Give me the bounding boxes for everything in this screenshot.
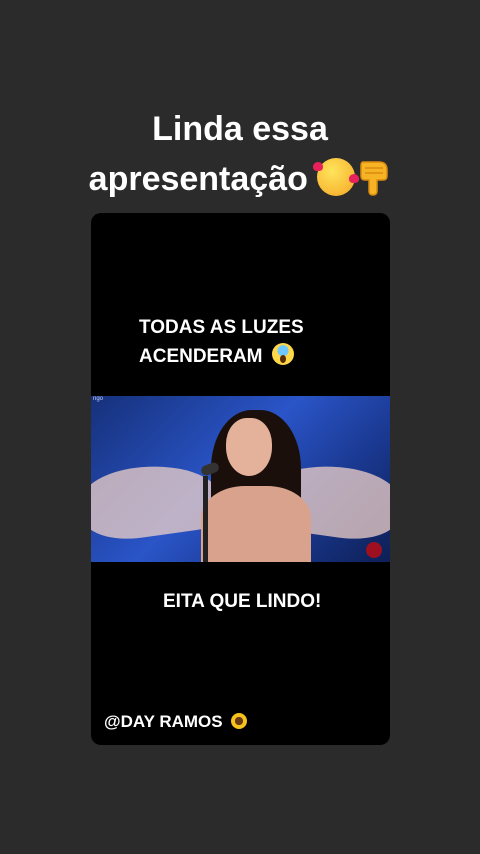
singer-face (226, 418, 272, 476)
video-top-text-line2: ACENDERAM (139, 346, 263, 367)
rose-icon (366, 542, 382, 558)
smiling-face-with-hearts-icon (313, 158, 360, 196)
sunflower-icon (231, 713, 248, 729)
video-top-text: TODAS AS LUZES ACENDERAM (139, 313, 304, 371)
video-top-text-line1: TODAS AS LUZES (139, 317, 304, 338)
video-handle: @DAY RAMOS (104, 707, 248, 736)
caption-line-2-text: apresentação (88, 160, 308, 198)
video-middle-text: EITA QUE LINDO! (163, 591, 322, 612)
caption-line-1: Linda essa (152, 110, 328, 148)
video-watermark: ngo (93, 396, 104, 402)
microphone-stand (203, 476, 208, 562)
caption-line-2: apresentação (0, 154, 480, 204)
singer-body (201, 486, 311, 562)
video-frame[interactable]: ngo (91, 396, 390, 562)
video-card[interactable]: TODAS AS LUZES ACENDERAM ngo EITA QUE LI… (91, 213, 390, 745)
face-screaming-in-fear-icon (271, 343, 294, 365)
video-handle-text: @DAY RAMOS (104, 712, 223, 731)
video-top-text-line2-wrap: ACENDERAM (139, 342, 304, 371)
story-caption: Linda essa apresentação (0, 104, 480, 204)
backhand-index-pointing-down-icon (360, 161, 389, 196)
